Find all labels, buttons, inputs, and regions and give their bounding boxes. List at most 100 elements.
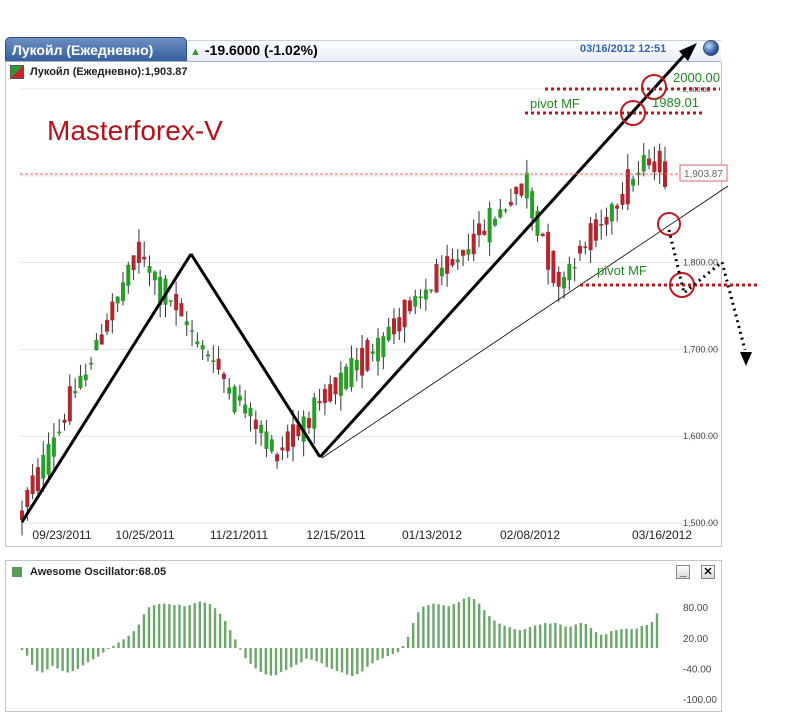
oscillator-bar [391, 648, 395, 655]
price-chart: 1,500.001,600.001,700.001,800.002,000.00… [20, 43, 760, 542]
candle-body [344, 366, 349, 389]
oscillator-bar [427, 605, 430, 648]
oscillator-bar [483, 610, 486, 648]
candle-body [200, 345, 205, 350]
oscillator-bar [569, 626, 572, 648]
level-label: 1989.01 [652, 95, 699, 110]
candle-body [136, 241, 141, 263]
oscillator-bar [361, 648, 364, 672]
oscillator-bar [513, 629, 516, 648]
oscillator-bar [488, 615, 491, 648]
oscillator-bar [599, 634, 603, 648]
oscillator-y-ticks: 80.00 20.00 -40.00 -100.00 [683, 603, 717, 706]
x-tick-label: 01/13/2012 [402, 528, 462, 542]
candle-body [280, 447, 285, 451]
oscillator-bar [376, 648, 379, 661]
support-line [321, 185, 729, 459]
y-tick-label: 1,600.00 [683, 431, 718, 441]
oscillator-bar [605, 634, 608, 648]
candle-body [551, 250, 556, 284]
candle-body [354, 359, 359, 371]
oscillator-bar [544, 623, 547, 648]
candle-body [609, 204, 614, 222]
oscillator-bar [122, 639, 125, 648]
candle-body [487, 207, 492, 243]
oscillator-bar [234, 639, 237, 648]
candle-body [631, 178, 636, 186]
oscillator-bar [351, 648, 354, 677]
candle-body [519, 183, 524, 196]
x-tick-label: 11/21/2011 [210, 528, 269, 542]
candle-body [264, 431, 269, 449]
candle-body [498, 209, 503, 218]
x-axis-ticks: 09/23/2011 10/25/2011 11/21/2011 12/15/2011… [32, 528, 692, 542]
oscillator-bar [254, 648, 257, 669]
candle-body [248, 407, 253, 417]
candle-body [577, 245, 582, 254]
oscillator-bar [559, 624, 562, 648]
candle-body [152, 271, 157, 281]
candle-body [604, 216, 609, 225]
oscillator-bar [589, 628, 593, 648]
oscillator-bar [310, 648, 313, 660]
candle-body [120, 282, 125, 301]
oscillator-bar [620, 629, 623, 648]
candle-body [227, 387, 232, 394]
arrow-head [740, 352, 752, 366]
osc-y-tick-label: 80.00 [683, 603, 708, 614]
oscillator-bar [345, 648, 349, 675]
oscillator-bar [320, 648, 323, 664]
candle-body [429, 289, 434, 292]
oscillator-bar [102, 648, 105, 653]
candle-body [370, 351, 375, 354]
candle-body [179, 303, 184, 317]
candle-body [381, 336, 386, 358]
candle-body [306, 418, 311, 429]
candle-body [333, 377, 338, 395]
oscillator-bar [264, 648, 268, 675]
candle-body [211, 360, 216, 363]
candle-body [641, 155, 646, 172]
oscillator-bar [188, 605, 191, 648]
candle-body [190, 330, 195, 332]
oscillator-bar [244, 648, 247, 659]
oscillator-bar [97, 648, 100, 657]
candle-body [259, 424, 264, 434]
candle-body [391, 318, 396, 335]
oscillator-bar [224, 620, 227, 648]
oscillator-bar [117, 642, 120, 648]
oscillator-bar [157, 604, 161, 648]
oscillator-bar [284, 648, 288, 670]
oscillator-bar [462, 598, 466, 648]
oscillator-bar [274, 648, 278, 676]
oscillator-bar [564, 626, 567, 648]
candle-body [115, 296, 120, 304]
oscillator-bar [625, 628, 628, 648]
oscillator-bar [25, 648, 29, 656]
oscillator-bar [340, 648, 344, 673]
candle-body [439, 267, 444, 277]
candle-body [572, 266, 577, 269]
candle-body [588, 223, 593, 251]
candle-body [508, 201, 513, 206]
oscillator-bar [442, 605, 445, 648]
oscillator-bar [178, 604, 181, 648]
x-tick-label: 02/08/2012 [500, 528, 560, 542]
candle-body [142, 256, 147, 260]
candle-body [57, 431, 62, 434]
oscillator-bar [163, 603, 166, 648]
oscillator-bar [290, 648, 293, 668]
level-label: 2000.00 [673, 70, 720, 85]
candle-body [434, 264, 439, 293]
candle-body [556, 271, 561, 287]
candle-body [647, 158, 652, 166]
oscillator-bar [66, 648, 69, 673]
candle-body [482, 230, 487, 235]
oscillator-bar [406, 636, 410, 648]
oscillator-bar [249, 648, 252, 664]
candle-body [423, 289, 428, 300]
oscillator-bars [20, 597, 659, 677]
oscillator-bar [46, 648, 49, 670]
projection-path [667, 229, 747, 351]
oscillator-bar [76, 648, 80, 669]
